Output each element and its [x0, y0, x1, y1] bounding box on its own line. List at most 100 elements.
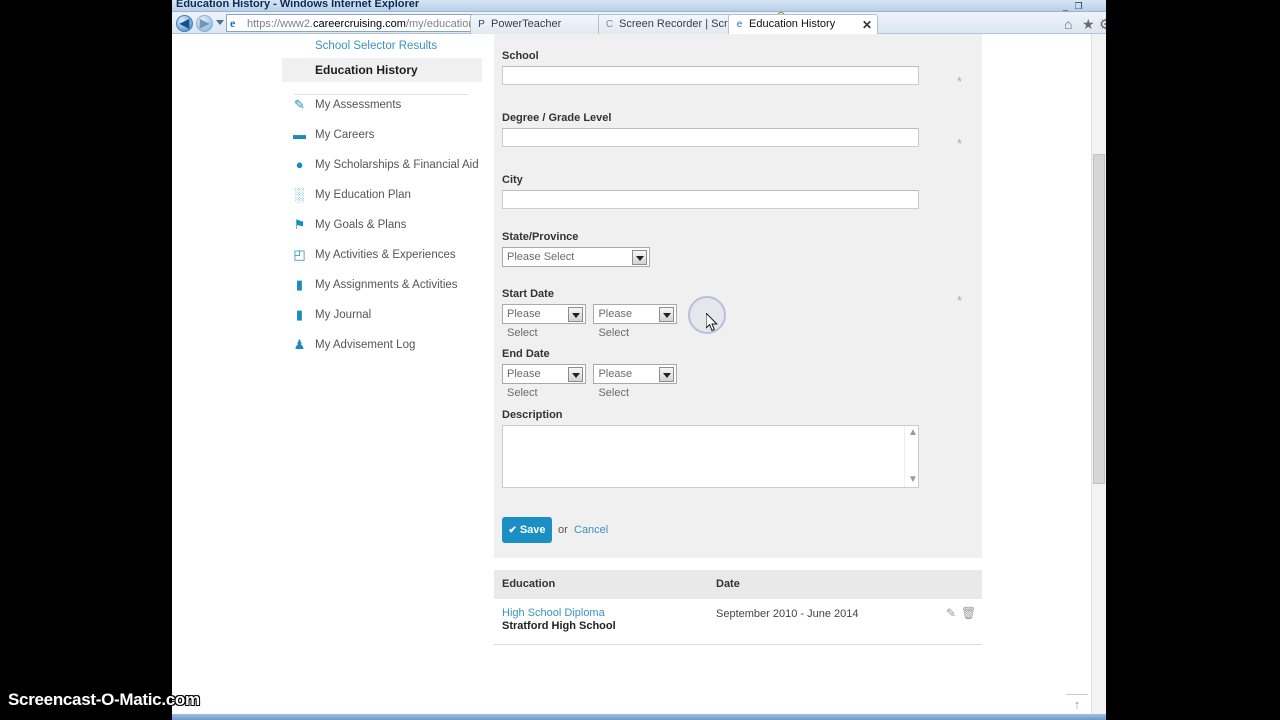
sidebar-subnav-item[interactable]: Education History: [282, 58, 482, 82]
start-date-month-select[interactable]: Please Select: [502, 304, 586, 339]
sidebar: School Selector Results Education History…: [282, 34, 482, 394]
column-header-education: Education: [502, 578, 556, 590]
scroll-down-icon[interactable]: ▼: [908, 475, 918, 485]
field-school: School: [502, 50, 919, 85]
briefcase-icon: ▬: [293, 127, 306, 142]
tab-favicon-icon: P: [478, 19, 485, 30]
scrollbar-thumb[interactable]: [1093, 154, 1105, 484]
chevron-down-icon: [568, 307, 583, 322]
save-button[interactable]: ✔ Save: [502, 517, 552, 543]
pencil-icon: ✎: [294, 97, 305, 112]
tools-gear-icon[interactable]: ⚙: [1099, 17, 1106, 31]
taskbar-strip: [172, 714, 1106, 720]
end-date-month-select[interactable]: Please Select: [502, 364, 586, 399]
sidebar-item-my-advisement-log[interactable]: ♟ My Advisement Log: [282, 330, 482, 360]
end-date-label: End Date: [502, 348, 550, 360]
sidebar-item-my-education-plan[interactable]: ░ My Education Plan: [282, 180, 482, 210]
start-date-year-value: Please Select: [598, 308, 633, 339]
page-viewport: School Selector Results Education History…: [172, 34, 1106, 720]
chevron-down-icon: [568, 367, 583, 382]
sidebar-item-my-goals-plans[interactable]: ⚑ My Goals & Plans: [282, 210, 482, 240]
field-state: State/Province Please Select: [502, 231, 650, 267]
degree-required-marker: *: [957, 136, 963, 151]
education-title-link[interactable]: High School Diploma: [502, 607, 605, 619]
browser-tab[interactable]: P PowerTeacher: [470, 14, 613, 34]
sidebar-subnav: School Selector Results Education History: [282, 34, 482, 82]
state-label: State/Province: [502, 231, 579, 243]
piggy-bank-icon: ●: [295, 157, 304, 172]
chevron-down-icon: [632, 250, 647, 265]
start-date-month-value: Please Select: [507, 308, 541, 339]
school-label: School: [502, 50, 539, 62]
home-icon[interactable]: ⌂: [1064, 17, 1072, 31]
tab-favicon-icon: e: [736, 19, 743, 30]
sidebar-item-label: My Assessments: [315, 99, 402, 111]
education-entry-form: School * Degree / Grade Level * City Sta…: [494, 34, 982, 558]
page-scrollbar[interactable]: [1091, 34, 1106, 720]
back-to-top-button[interactable]: ↑: [1066, 694, 1088, 712]
scroll-up-icon[interactable]: ▲: [908, 428, 918, 438]
end-date-year-select[interactable]: Please Select: [593, 364, 678, 399]
book-icon: ▮: [295, 307, 304, 322]
sidebar-main-nav: ✎ My Assessments ▬ My Careers ● My Scholarshi…: [282, 90, 482, 360]
start-date-label: Start Date: [502, 288, 554, 300]
browser-tab[interactable]: e Education History ✕: [728, 14, 878, 34]
sidebar-item-label: My Scholarships & Financial Aid: [315, 159, 479, 171]
sidebar-item-label: My Activities & Experiences: [315, 249, 456, 261]
favorites-star-icon[interactable]: ★: [1082, 17, 1095, 31]
check-icon: ✔: [508, 525, 517, 536]
start-date-year-select[interactable]: Please Select: [593, 304, 678, 339]
end-date-year-value: Please Select: [598, 368, 633, 399]
delete-trash-icon[interactable]: 🗑: [961, 606, 976, 620]
school-input[interactable]: [502, 66, 919, 85]
chevron-down-icon: [659, 367, 675, 382]
main-content: School * Degree / Grade Level * City Sta…: [494, 34, 982, 645]
description-label: Description: [502, 409, 563, 421]
field-start-date: Start Date Please Select Please Select: [502, 288, 678, 339]
start-date-required-marker: *: [957, 293, 963, 308]
sidebar-item-label: My Advisement Log: [315, 339, 416, 351]
restore-button[interactable]: ❐: [1075, 1, 1085, 11]
field-degree: Degree / Grade Level: [502, 112, 919, 147]
clipboard-icon: ▮: [295, 277, 304, 292]
sidebar-item-label: My Goals & Plans: [315, 219, 407, 231]
flag-icon: ⚑: [293, 217, 306, 232]
city-label: City: [502, 174, 523, 186]
grid-calendar-icon: ░: [294, 187, 305, 202]
minimize-button[interactable]: _: [1063, 1, 1070, 11]
sidebar-item-my-careers[interactable]: ▬ My Careers: [282, 120, 482, 150]
column-header-date: Date: [716, 578, 740, 590]
chevron-down-icon: [659, 307, 675, 322]
browser-tab[interactable]: C Screen Recorder | Screenc...: [598, 14, 741, 34]
note-edit-icon: ◰: [293, 247, 306, 262]
description-scrollbar[interactable]: ▲ ▼: [904, 426, 918, 487]
state-select[interactable]: Please Select: [502, 247, 650, 267]
cancel-link[interactable]: Cancel: [574, 524, 608, 536]
city-input[interactable]: [502, 190, 919, 209]
sidebar-item-my-journal[interactable]: ▮ My Journal: [282, 300, 482, 330]
sidebar-item-my-activities-experiences[interactable]: ◰ My Activities & Experiences: [282, 240, 482, 270]
education-history-table: Education Date High School Diploma Strat…: [494, 570, 982, 645]
description-textarea[interactable]: ▲ ▼: [502, 425, 919, 488]
sidebar-item-my-assignments-activities[interactable]: ▮ My Assignments & Activities: [282, 270, 482, 300]
screencast-watermark: Screencast-O-Matic.com: [8, 690, 200, 709]
browser-tab-label: Education History: [749, 18, 836, 30]
state-select-value: Please Select: [507, 251, 575, 263]
sidebar-item-my-assessments[interactable]: ✎ My Assessments: [282, 90, 482, 120]
sidebar-item-my-scholarships-financial-aid[interactable]: ● My Scholarships & Financial Aid: [282, 150, 482, 180]
window-title: Education History - Windows Internet Exp…: [176, 0, 420, 10]
people-icon: ♟: [293, 337, 306, 352]
mouse-cursor: [706, 313, 718, 332]
window-controls[interactable]: _ ❐: [1063, 1, 1085, 12]
tab-close-icon[interactable]: ✕: [862, 16, 872, 34]
degree-label: Degree / Grade Level: [502, 112, 612, 124]
table-row: High School Diploma Stratford High Schoo…: [494, 599, 982, 645]
degree-input[interactable]: [502, 128, 919, 147]
window-title-bar: Education History - Windows Internet Exp…: [172, 0, 1106, 12]
field-end-date: End Date Please Select Please Select: [502, 348, 678, 399]
edit-pencil-icon[interactable]: ✎: [944, 606, 958, 620]
sidebar-subnav-item[interactable]: School Selector Results: [282, 34, 482, 58]
education-date-range: September 2010 - June 2014: [716, 608, 859, 620]
browser-tab-label: PowerTeacher: [491, 18, 562, 30]
sidebar-item-label: My Assignments & Activities: [315, 279, 458, 291]
